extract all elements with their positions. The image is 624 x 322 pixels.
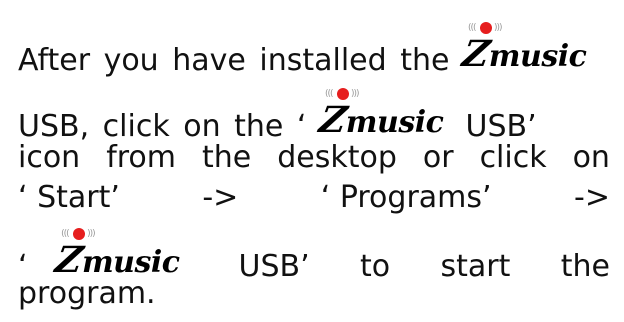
paragraph-line-3: icon from the desktop or click on <box>18 140 610 175</box>
paragraph-line-1: After you have installed the ((( ))) Zmu… <box>18 22 610 78</box>
paragraph-line-2: USB, click on the ‘ ((( ))) Zmusic USB’ <box>18 88 610 144</box>
word: on <box>572 140 610 175</box>
sound-waves-icon: ))) <box>494 23 502 33</box>
zmusic-logo: ((( ))) Zmusic <box>459 22 595 75</box>
arrow-text: -> <box>202 180 239 215</box>
sound-waves-icon: ((( <box>468 23 476 33</box>
paragraph-line-6: program. <box>18 276 610 311</box>
word: or <box>422 140 454 175</box>
sound-waves-icon: ((( <box>324 89 333 99</box>
word: desktop <box>277 140 397 175</box>
sound-waves-icon: ((( <box>61 229 69 239</box>
text-segment: USB, click on the ‘ <box>18 109 307 144</box>
sound-waves-icon: ))) <box>87 229 95 239</box>
word: from <box>106 140 177 175</box>
logo-wordmark: Zmusic <box>316 99 444 141</box>
logo-wordmark: Zmusic <box>52 239 180 281</box>
word: icon <box>18 140 81 175</box>
text-segment: After you have installed the <box>18 43 450 78</box>
zmusic-logo: ((( ))) Zmusic <box>52 228 188 281</box>
logo-wordmark: Zmusic <box>459 33 587 75</box>
instruction-document: After you have installed the ((( ))) Zmu… <box>0 0 624 322</box>
word: ‘ Programs’ <box>320 180 492 215</box>
zmusic-logo: ((( ))) Zmusic <box>316 88 452 141</box>
word: the <box>202 140 252 175</box>
word: ‘ Start’ <box>18 180 120 215</box>
paragraph-line-4: ‘ Start’ -> ‘ Programs’ -> <box>18 180 610 215</box>
sound-waves-icon: ))) <box>350 89 359 99</box>
word: click <box>479 140 547 175</box>
text-segment: USB’ <box>465 109 537 144</box>
word: program. <box>18 276 156 311</box>
arrow-text: -> <box>574 180 610 215</box>
